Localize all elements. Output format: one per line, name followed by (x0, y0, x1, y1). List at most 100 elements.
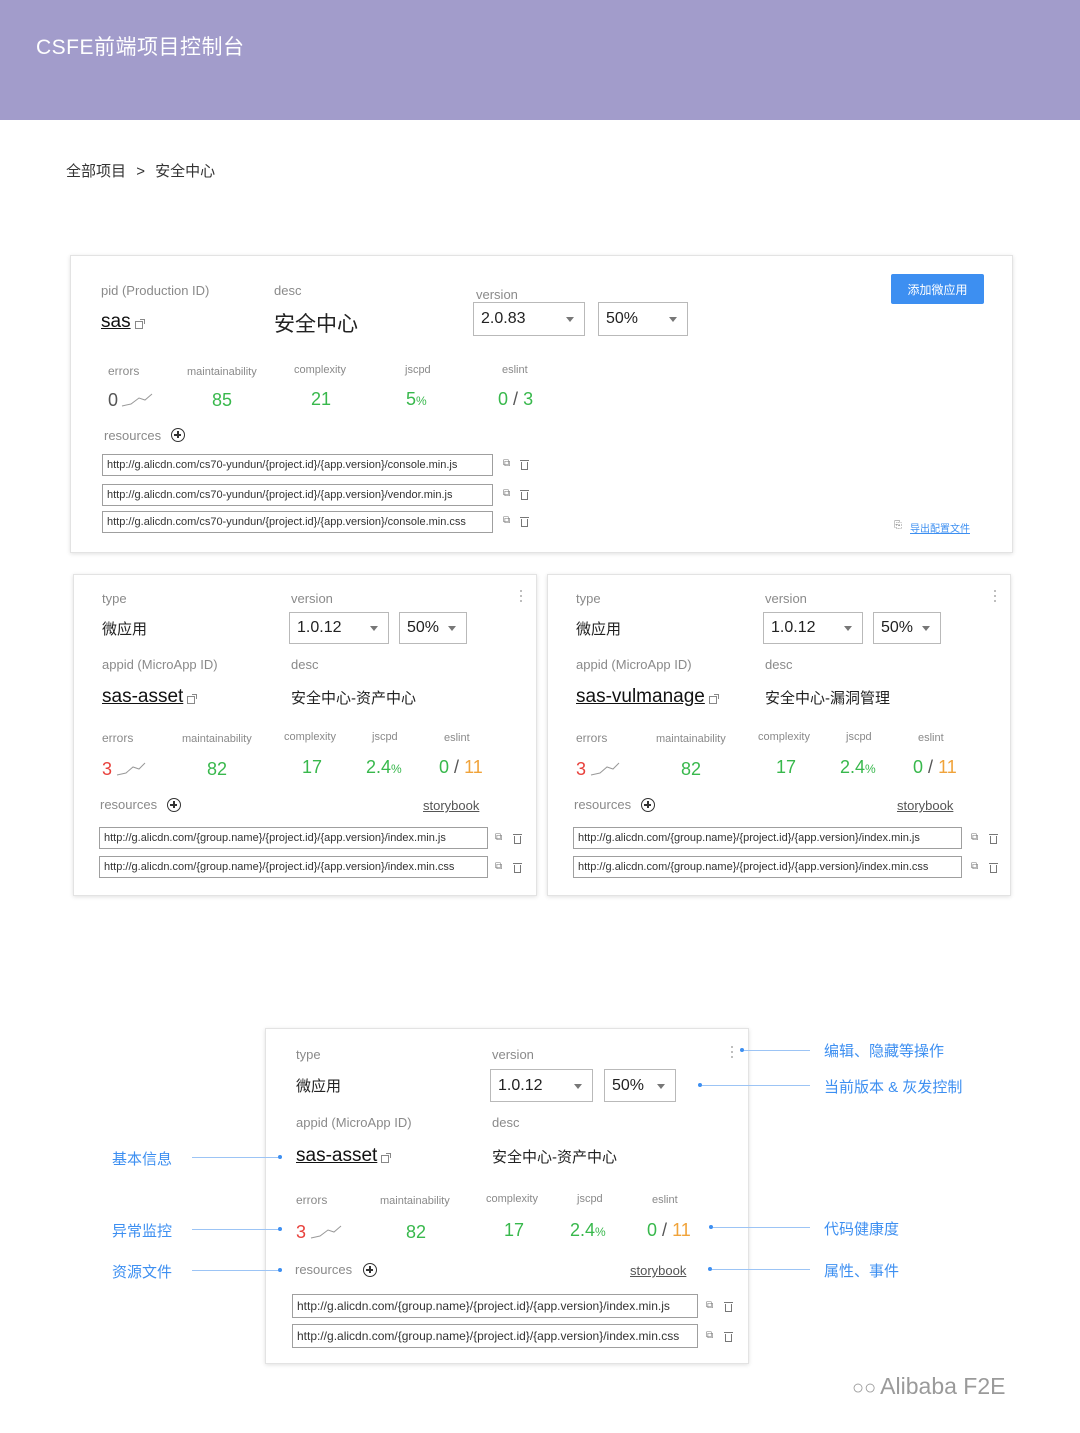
external-link-icon[interactable]: ⧉ (706, 1330, 713, 1341)
trash-icon[interactable] (724, 1332, 733, 1342)
external-link-icon[interactable]: ⧉ (706, 1300, 713, 1311)
eslint-value: 0 / 11 (439, 757, 483, 777)
external-link-icon (381, 1153, 392, 1163)
add-resource-icon[interactable] (171, 428, 185, 442)
external-link-icon[interactable]: ⧉ (971, 861, 978, 872)
trash-icon[interactable] (520, 460, 529, 470)
complexity-label: complexity (284, 731, 336, 743)
trash-icon[interactable] (520, 490, 529, 500)
microapp-card: type 微应用 version 1.0.12 50% appid (Micro… (547, 574, 1011, 896)
desc-value: 安全中心-资产中心 (291, 690, 416, 707)
external-link-icon[interactable]: ⧉ (503, 458, 510, 469)
trash-icon[interactable] (724, 1302, 733, 1312)
external-link-icon (134, 319, 145, 329)
add-microapp-button[interactable]: 添加微应用 (891, 274, 984, 304)
version-select[interactable]: 2.0.83 (473, 302, 585, 336)
type-label: type (296, 1047, 321, 1062)
appid-label: appid (MicroApp ID) (296, 1115, 412, 1130)
jscpd-value: 2.4% (570, 1220, 606, 1240)
trash-icon[interactable] (520, 517, 529, 527)
type-value: 微应用 (576, 621, 622, 638)
eslint-label: eslint (502, 364, 528, 376)
resource-input[interactable]: http://g.alicdn.com/cs70-yundun/{project… (102, 484, 493, 506)
appid-link[interactable]: sas-asset (296, 1145, 392, 1167)
resource-input[interactable]: http://g.alicdn.com/{group.name}/{projec… (99, 856, 488, 878)
trash-icon[interactable] (513, 834, 522, 844)
chevron-down-icon (844, 626, 852, 631)
errors-label: errors (102, 731, 134, 745)
export-config-link[interactable]: 导出配置文件 (910, 520, 970, 535)
more-options-icon[interactable] (520, 590, 523, 605)
chevron-down-icon (657, 1083, 665, 1089)
external-link-icon[interactable]: ⧉ (503, 488, 510, 499)
annotation-pointer (278, 1227, 282, 1231)
error-sparkline-icon[interactable] (121, 392, 153, 408)
error-sparkline-icon[interactable] (116, 761, 146, 777)
trash-icon[interactable] (989, 863, 998, 873)
chevron-down-icon (566, 317, 574, 322)
resource-input[interactable]: http://g.alicdn.com/cs70-yundun/{project… (102, 454, 493, 476)
eslint-value: 0 / 11 (913, 757, 957, 777)
resource-input[interactable]: http://g.alicdn.com/{group.name}/{projec… (573, 827, 962, 849)
jscpd-label: jscpd (372, 731, 398, 743)
jscpd-label: jscpd (577, 1193, 603, 1205)
gray-select[interactable]: 50% (604, 1069, 676, 1102)
gray-select[interactable]: 50% (598, 302, 688, 336)
complexity-value: 21 (311, 389, 332, 409)
storybook-link[interactable]: storybook (423, 798, 479, 813)
error-sparkline-icon[interactable] (310, 1224, 342, 1240)
desc-value: 安全中心 (274, 313, 358, 336)
annotated-microapp-card: type 微应用 version 1.0.12 50% appid (Micro… (265, 1028, 749, 1364)
error-sparkline-icon[interactable] (590, 761, 620, 777)
breadcrumb-separator: > (136, 163, 145, 180)
gray-select[interactable]: 50% (873, 612, 941, 644)
maintainability-label: maintainability (182, 733, 252, 745)
external-link-icon[interactable]: ⧉ (495, 832, 502, 843)
maintainability-value: 82 (681, 759, 702, 779)
resource-input[interactable]: http://g.alicdn.com/{group.name}/{projec… (292, 1324, 698, 1348)
add-resource-icon[interactable] (641, 798, 655, 812)
external-link-icon[interactable]: ⧉ (971, 832, 978, 843)
version-select[interactable]: 1.0.12 (289, 612, 389, 644)
annotation-leader-line (713, 1227, 810, 1228)
more-options-icon[interactable] (994, 590, 997, 605)
maintainability-label: maintainability (656, 733, 726, 745)
resource-input[interactable]: http://g.alicdn.com/{group.name}/{projec… (573, 856, 962, 878)
trash-icon[interactable] (989, 834, 998, 844)
gray-select[interactable]: 50% (399, 612, 467, 644)
complexity-label: complexity (294, 364, 346, 376)
version-select[interactable]: 1.0.12 (763, 612, 863, 644)
chevron-down-icon (922, 626, 930, 631)
maintainability-label: maintainability (380, 1195, 450, 1207)
storybook-link[interactable]: storybook (630, 1263, 686, 1278)
type-value: 微应用 (296, 1078, 342, 1095)
appid-link[interactable]: sas-vulmanage (576, 686, 719, 708)
resources-label: resources (295, 1262, 353, 1277)
pid-link[interactable]: sas (101, 311, 145, 333)
desc-label: desc (492, 1115, 520, 1130)
storybook-link[interactable]: storybook (897, 798, 953, 813)
add-resource-icon[interactable] (167, 798, 181, 812)
appid-link[interactable]: sas-asset (102, 686, 198, 708)
trash-icon[interactable] (513, 863, 522, 873)
breadcrumb-root[interactable]: 全部项目 (66, 163, 126, 180)
resource-input[interactable]: http://g.alicdn.com/{group.name}/{projec… (292, 1294, 698, 1318)
type-label: type (102, 591, 127, 606)
jscpd-label: jscpd (846, 731, 872, 743)
errors-value: 0 (108, 390, 119, 410)
errors-label: errors (576, 731, 608, 745)
resource-input[interactable]: http://g.alicdn.com/{group.name}/{projec… (99, 827, 488, 849)
resources-label: resources (100, 797, 158, 812)
project-card: pid (Production ID) sas desc 安全中心 versio… (70, 255, 1013, 553)
resources-label: resources (574, 797, 632, 812)
breadcrumb-current: 安全中心 (155, 163, 216, 180)
annotation-leader-line (702, 1085, 810, 1086)
annotation-code-health: 代码健康度 (824, 1221, 900, 1238)
external-link-icon[interactable]: ⧉ (503, 515, 510, 526)
external-link-icon[interactable]: ⧉ (495, 861, 502, 872)
more-options-icon[interactable] (731, 1046, 734, 1061)
add-resource-icon[interactable] (363, 1263, 377, 1277)
desc-value: 安全中心-资产中心 (492, 1149, 617, 1166)
resource-input[interactable]: http://g.alicdn.com/cs70-yundun/{project… (102, 511, 493, 533)
version-select[interactable]: 1.0.12 (490, 1069, 593, 1102)
